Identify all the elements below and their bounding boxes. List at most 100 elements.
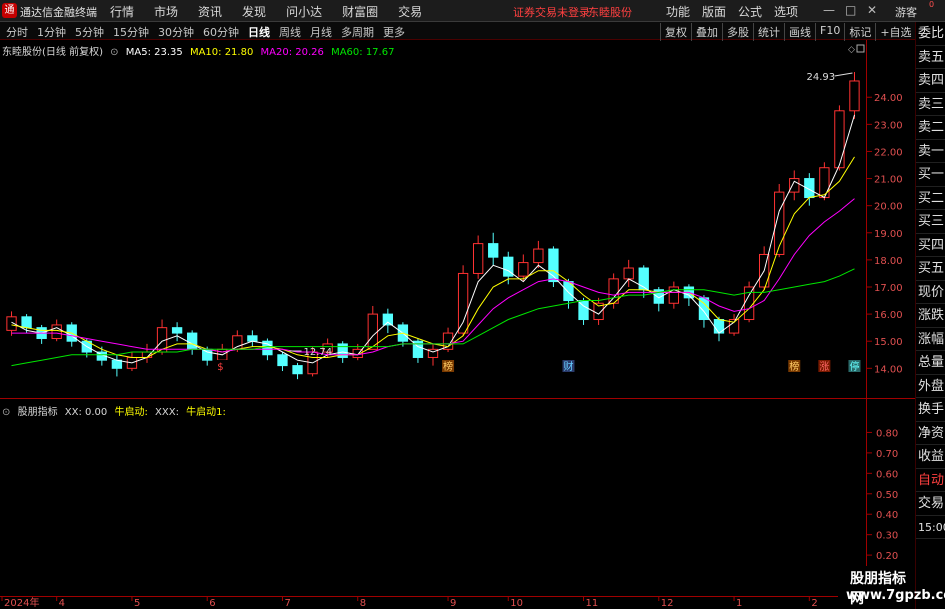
panel-toggle-icon[interactable] — [856, 44, 865, 53]
top-right-menu: 功能 版面 公式 选项 — [666, 3, 810, 20]
ma10-line — [11, 156, 855, 358]
stock-chart-title[interactable]: 东睦股份(日线 前复权) — [2, 47, 103, 58]
candle — [488, 232, 499, 266]
draw-line-button[interactable]: 画线 — [784, 23, 815, 41]
candle — [638, 265, 649, 298]
current-stock-name[interactable]: 东睦股份 — [588, 4, 632, 20]
main-menu: 行情 市场 资讯 发现 问小达 财富圈 交易 — [110, 3, 442, 20]
side-item-ask2[interactable]: 卖二 — [916, 116, 945, 140]
time-tick-label: 7 — [284, 598, 290, 609]
event-marker[interactable]: 财 — [562, 360, 575, 373]
candle-body — [111, 359, 123, 369]
price-tick-label: 19.00 — [874, 229, 903, 240]
indicator-settings-icon[interactable]: ⊙ — [2, 407, 10, 418]
ma10-label: MA10: 21.80 — [189, 47, 254, 58]
menu-news[interactable]: 资讯 — [198, 3, 222, 20]
side-item-net-assets[interactable]: 净资 — [916, 422, 945, 445]
menu-market[interactable]: 市场 — [154, 3, 178, 20]
minimize-icon[interactable]: — — [823, 3, 835, 17]
price-tick-label: 14.00 — [874, 364, 903, 375]
side-item-trade[interactable]: 交易 — [916, 492, 945, 516]
time-tick-label: 6 — [209, 598, 215, 609]
side-item-turnover[interactable]: 换手 — [916, 398, 945, 422]
tab-more[interactable]: 更多 — [383, 24, 405, 40]
side-item-change-pct[interactable]: 涨幅 — [916, 328, 945, 351]
tab-60min[interactable]: 60分钟 — [203, 24, 239, 40]
side-item-bid5[interactable]: 买五 — [916, 257, 945, 281]
event-marker[interactable]: 榜 — [788, 360, 801, 373]
candle-body — [247, 335, 258, 342]
side-item-bid1[interactable]: 买一 — [916, 163, 945, 187]
indicator-name[interactable]: 股朋指标 — [18, 407, 58, 418]
side-top-label: 0 — [928, 0, 935, 9]
menu-discover[interactable]: 发现 — [242, 3, 266, 20]
menu-trade[interactable]: 交易 — [398, 3, 422, 20]
guest-user-label[interactable]: 游客 — [895, 4, 917, 20]
tab-5min[interactable]: 5分钟 — [75, 24, 104, 40]
ma5-label: MA5: 23.35 — [125, 47, 183, 58]
menu-function[interactable]: 功能 — [666, 3, 690, 20]
menu-assistant[interactable]: 问小达 — [286, 3, 322, 20]
menu-formula[interactable]: 公式 — [738, 3, 762, 20]
overlay-button[interactable]: 叠加 — [691, 23, 722, 41]
event-marker[interactable]: $ — [216, 360, 229, 373]
candle — [111, 354, 123, 377]
time-tick-label: 2024年 — [4, 596, 39, 609]
tab-15min[interactable]: 15分钟 — [113, 24, 149, 40]
f10-button[interactable]: F10 — [815, 23, 844, 41]
trade-login-notice[interactable]: 证券交易未登录 — [513, 4, 590, 20]
candle-body — [202, 348, 213, 361]
tab-30min[interactable]: 30分钟 — [158, 24, 194, 40]
side-item-ask5[interactable]: 卖五 — [916, 46, 945, 69]
restore-rights-button[interactable]: 复权 — [660, 23, 691, 41]
side-item-earnings[interactable]: 收益 — [916, 445, 945, 469]
side-item-volume[interactable]: 总量 — [916, 351, 945, 375]
ma20-line — [11, 198, 855, 356]
close-icon[interactable]: ✕ — [867, 3, 877, 17]
time-tick-label: 10 — [510, 598, 523, 609]
candle-body — [382, 313, 394, 326]
side-item-ask1[interactable]: 卖一 — [916, 140, 945, 163]
statistics-button[interactable]: 统计 — [753, 23, 784, 41]
candle-body — [277, 354, 288, 367]
multi-stock-button[interactable]: 多股 — [722, 23, 753, 41]
tab-weekly[interactable]: 周线 — [279, 24, 301, 40]
side-item-bid4[interactable]: 买四 — [916, 234, 945, 257]
side-item-price[interactable]: 现价 — [916, 281, 945, 304]
menu-quotes[interactable]: 行情 — [110, 3, 134, 20]
side-item-change[interactable]: 涨跌 — [916, 304, 945, 328]
menu-layout[interactable]: 版面 — [702, 3, 726, 20]
price-axis: 24.00 23.00 22.00 21.00 20.00 19.00 18.00 17.00… — [874, 93, 903, 375]
candle — [277, 352, 288, 372]
mark-button[interactable]: 标记 — [844, 23, 875, 41]
candle — [789, 170, 800, 201]
event-marker[interactable]: 停 — [848, 360, 861, 373]
tab-intraday[interactable]: 分时 — [6, 24, 28, 40]
side-item-outer-vol[interactable]: 外盘 — [916, 375, 945, 398]
side-item-bid3[interactable]: 买三 — [916, 210, 945, 234]
candle-body — [849, 80, 860, 112]
price-tick-label: 15.00 — [874, 337, 903, 348]
side-item-ask4[interactable]: 卖四 — [916, 69, 945, 93]
event-marker-label: 榜 — [789, 360, 799, 373]
add-watchlist-button[interactable]: +自选 — [875, 23, 915, 41]
side-item-commission-ratio[interactable]: 委比 — [916, 22, 945, 46]
tab-1min[interactable]: 1分钟 — [37, 24, 66, 40]
indicator-tick-label: 0.30 — [876, 531, 898, 542]
settings-icon[interactable]: ⊙ — [110, 47, 118, 58]
tab-monthly[interactable]: 月线 — [310, 24, 332, 40]
time-axis: 2024年 4 5 6 7 8 9 10 11 12 1 2 — [1, 596, 818, 609]
event-marker[interactable]: 榜 — [442, 360, 455, 373]
side-item-auto[interactable]: 自动 — [916, 469, 945, 492]
side-item-ask3[interactable]: 卖三 — [916, 93, 945, 116]
price-tick-label: 21.00 — [874, 175, 903, 186]
menu-wealth[interactable]: 财富圈 — [342, 3, 378, 20]
maximize-icon[interactable]: □ — [845, 3, 856, 17]
candle — [427, 343, 439, 366]
side-item-bid2[interactable]: 买二 — [916, 187, 945, 210]
tab-daily[interactable]: 日线 — [248, 24, 270, 40]
menu-options[interactable]: 选项 — [774, 3, 798, 20]
event-marker[interactable]: 涨 — [818, 360, 831, 373]
tab-multi-period[interactable]: 多周期 — [341, 24, 374, 40]
kline-chart[interactable]: 24.00 23.00 22.00 21.00 20.00 19.00 18.00 17.00… — [0, 0, 945, 609]
